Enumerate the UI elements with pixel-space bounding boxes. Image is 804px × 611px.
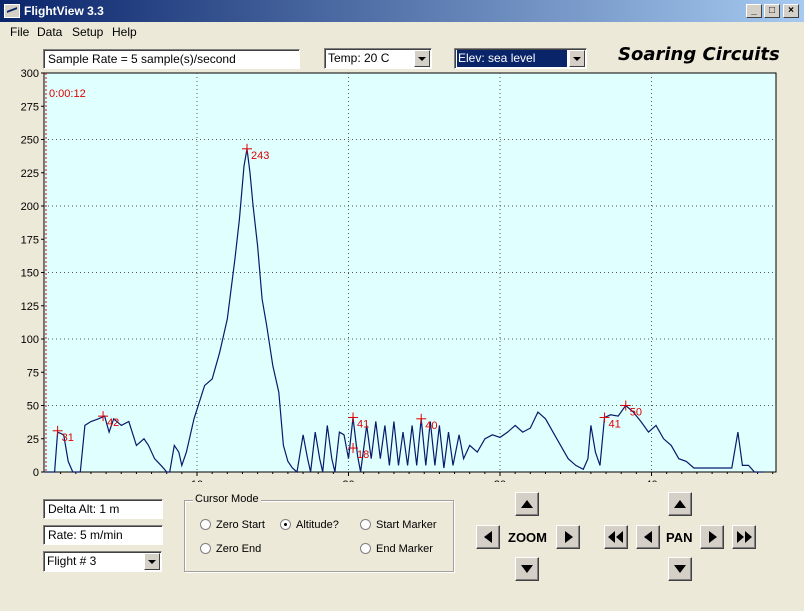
minimize-button[interactable]: _ — [746, 4, 762, 18]
radio-label: Start Marker — [376, 519, 437, 531]
brand-logo: Soaring Circuits — [618, 44, 780, 65]
y-tick-label: 200 — [21, 201, 39, 213]
pan-left-button[interactable] — [636, 525, 660, 549]
y-tick-label: 100 — [21, 334, 39, 346]
app-icon — [4, 4, 20, 18]
maximize-button[interactable]: □ — [764, 4, 780, 18]
pan-start-button[interactable] — [604, 525, 628, 549]
delta-alt-field: Delta Alt: 1 m — [43, 499, 163, 519]
pan-right-button[interactable] — [700, 525, 724, 549]
y-tick-label: 225 — [21, 168, 39, 180]
zoom-out-vertical-button[interactable] — [515, 557, 539, 581]
y-tick-label: 75 — [27, 367, 39, 379]
elevation-value: Elev: sea level — [457, 50, 567, 67]
marker-label: 41 — [609, 418, 621, 430]
temp-select[interactable]: Temp: 20 C — [324, 48, 432, 69]
radio-circle — [360, 543, 371, 554]
pan-down-button[interactable] — [668, 557, 692, 581]
radio-altitude[interactable]: Altitude? — [280, 519, 339, 531]
cursor-time-label: 0:00:12 — [49, 88, 86, 100]
chevron-down-icon[interactable] — [414, 50, 430, 67]
menu-bar: File Data Setup Help — [0, 22, 804, 42]
close-button[interactable]: × — [783, 4, 799, 18]
rate-field: Rate: 5 m/min — [43, 525, 163, 545]
marker-label: 42 — [107, 417, 119, 429]
marker-label: 243 — [251, 150, 269, 162]
y-tick-label: 0 — [33, 467, 39, 479]
y-tick-label: 25 — [27, 434, 39, 446]
x-tick-label: 40 — [645, 479, 657, 482]
y-tick-label: 275 — [21, 101, 39, 113]
x-tick-label: 10 — [191, 479, 203, 482]
pan-label: PAN — [666, 530, 693, 545]
menu-help[interactable]: Help — [112, 25, 137, 39]
y-tick-label: 125 — [21, 301, 39, 313]
chevron-down-icon[interactable] — [144, 553, 160, 570]
marker-label: 40 — [425, 420, 437, 432]
zoom-label: ZOOM — [508, 530, 547, 545]
elevation-select[interactable]: Elev: sea level — [454, 48, 587, 69]
marker-label: 41 — [357, 418, 369, 430]
x-tick-label: 30 — [494, 479, 506, 482]
zoom-in-horizontal-button[interactable] — [556, 525, 580, 549]
y-tick-label: 50 — [27, 401, 39, 413]
y-tick-label: 250 — [21, 135, 39, 147]
menu-setup[interactable]: Setup — [72, 25, 103, 39]
window-title: FlightView 3.3 — [24, 4, 104, 18]
menu-data[interactable]: Data — [37, 25, 62, 39]
marker-label: 18 — [357, 449, 369, 461]
zoom-in-vertical-button[interactable] — [515, 492, 539, 516]
radio-circle — [200, 519, 211, 530]
sample-rate-field: Sample Rate = 5 sample(s)/second — [43, 49, 300, 69]
radio-circle — [360, 519, 371, 530]
radio-end-marker[interactable]: End Marker — [360, 543, 433, 555]
flight-select[interactable]: Flight # 3 — [43, 551, 162, 572]
cursor-mode-legend: Cursor Mode — [193, 493, 261, 505]
radio-circle-checked — [280, 519, 291, 530]
y-tick-label: 300 — [21, 68, 39, 80]
radio-label: Altitude? — [296, 519, 339, 531]
flight-value: Flight # 3 — [47, 554, 97, 568]
y-tick-label: 150 — [21, 268, 39, 280]
radio-zero-start[interactable]: Zero Start — [200, 519, 265, 531]
title-bar: FlightView 3.3 _ □ × — [0, 0, 804, 22]
chevron-down-icon[interactable] — [569, 50, 585, 67]
plot-area — [43, 72, 777, 473]
radio-start-marker[interactable]: Start Marker — [360, 519, 437, 531]
zoom-out-horizontal-button[interactable] — [476, 525, 500, 549]
marker-label: 50 — [630, 407, 642, 419]
radio-label: Zero Start — [216, 519, 265, 531]
menu-file[interactable]: File — [10, 25, 29, 39]
pan-end-button[interactable] — [732, 525, 756, 549]
marker-label: 31 — [62, 432, 74, 444]
pan-up-button[interactable] — [668, 492, 692, 516]
y-tick-label: 175 — [21, 234, 39, 246]
x-tick-label: 20 — [342, 479, 354, 482]
radio-zero-end[interactable]: Zero End — [200, 543, 261, 555]
temp-value: Temp: 20 C — [328, 51, 390, 65]
radio-label: End Marker — [376, 543, 433, 555]
radio-label: Zero End — [216, 543, 262, 555]
radio-circle — [200, 543, 211, 554]
cursor-mode-group: Cursor Mode — [184, 493, 454, 572]
altitude-chart[interactable]: 0 25 50 75 100 125 150 175 200 225 250 275 300 10 20 30… — [0, 68, 804, 482]
